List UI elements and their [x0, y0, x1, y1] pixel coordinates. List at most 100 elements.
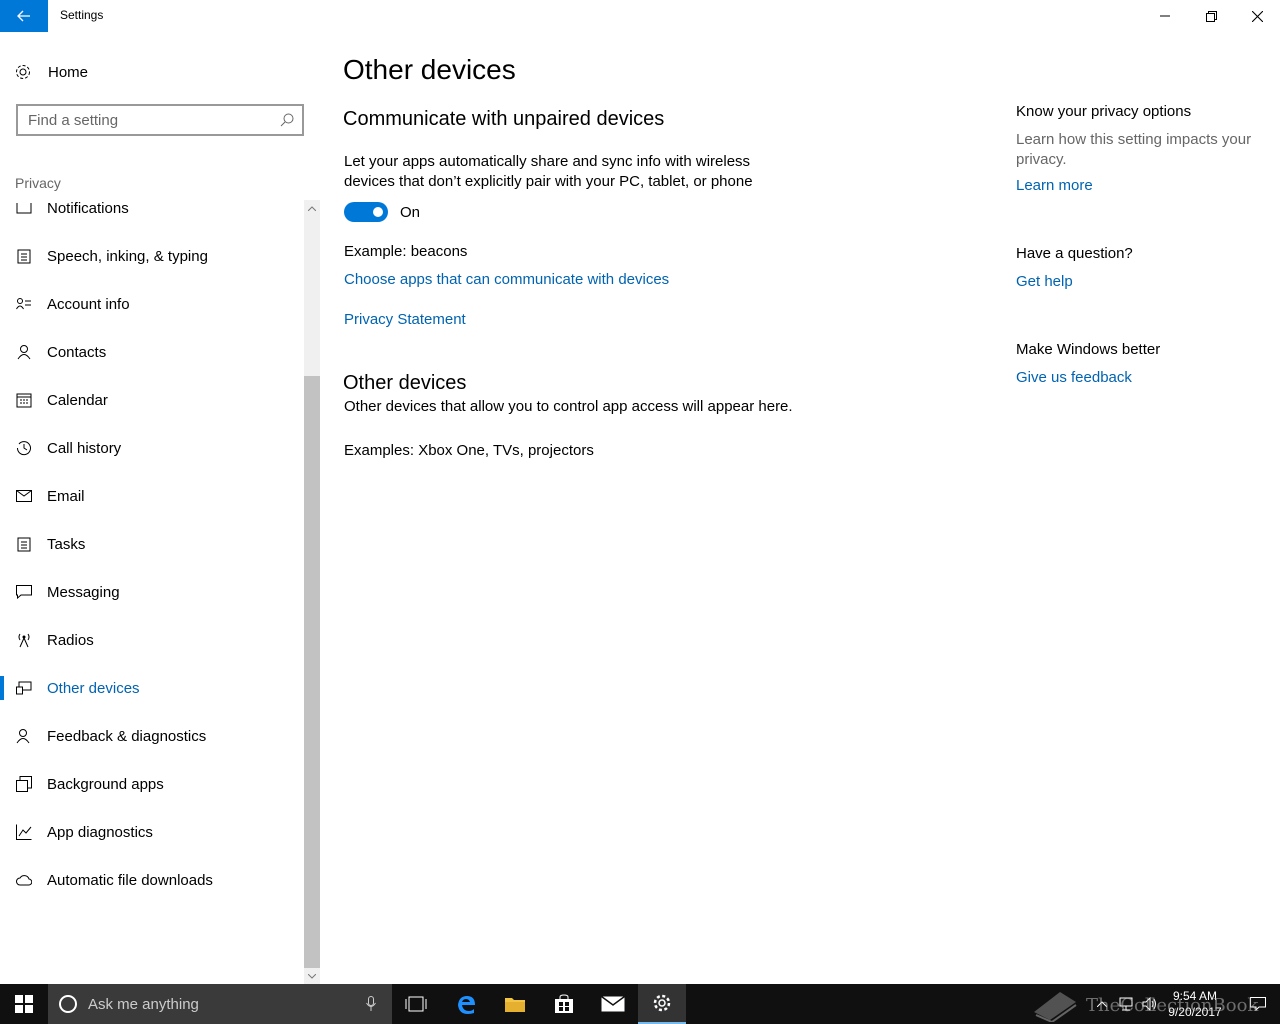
task-view-icon	[405, 996, 427, 1012]
minimize-icon	[1160, 15, 1170, 17]
close-button[interactable]	[1234, 0, 1280, 32]
nav-item-background-apps[interactable]: Background apps	[0, 760, 304, 808]
nav-item-email[interactable]: Email	[0, 472, 304, 520]
privacy-options-heading: Know your privacy options	[1016, 103, 1192, 120]
clipboard-icon	[16, 248, 32, 264]
privacy-options-text: Learn how this setting impacts your priv…	[1016, 131, 1252, 168]
nav-item-messaging[interactable]: Messaging	[0, 568, 304, 616]
windows-better-heading: Make Windows better	[1016, 341, 1161, 358]
back-arrow-icon	[17, 10, 30, 22]
watermark-text: TheCollectionBook	[1086, 994, 1259, 1016]
calendar-icon	[16, 392, 32, 408]
gear-icon	[16, 65, 30, 79]
nav-item-notifications[interactable]: Notifications	[0, 198, 304, 232]
nav-item-contacts[interactable]: Contacts	[0, 328, 304, 376]
nav-item-feedback[interactable]: Feedback & diagnostics	[0, 712, 304, 760]
section-heading-other-devices: Other devices	[343, 372, 467, 394]
home-label: Home	[48, 63, 89, 81]
store-bag-icon	[555, 994, 573, 1013]
book-logo-icon	[1034, 992, 1077, 1022]
title-bar: Settings	[0, 0, 1280, 32]
search-input[interactable]: Find a setting	[28, 112, 272, 129]
contacts-icon	[16, 344, 32, 360]
get-help-link[interactable]: Get help	[1016, 273, 1073, 290]
cloud-icon	[16, 872, 32, 888]
toggle-state-label: On	[400, 203, 421, 221]
nav-item-other-devices[interactable]: Other devices	[0, 664, 304, 712]
find-setting-search[interactable]: Find a setting	[16, 104, 304, 136]
nav-item-call-history[interactable]: Call history	[0, 424, 304, 472]
nav-item-tasks[interactable]: Tasks	[0, 520, 304, 568]
nav-item-label: Other devices	[47, 679, 140, 697]
nav-item-label: Feedback & diagnostics	[47, 727, 207, 745]
store-button[interactable]	[540, 984, 588, 1024]
mail-icon	[601, 996, 625, 1012]
history-icon	[16, 440, 32, 456]
choose-apps-link[interactable]: Choose apps that can communicate with de…	[344, 271, 669, 288]
start-button[interactable]	[0, 984, 48, 1024]
file-explorer-button[interactable]	[491, 984, 539, 1024]
nav-item-automatic-downloads[interactable]: Automatic file downloads	[0, 856, 304, 904]
nav-item-app-diagnostics[interactable]: App diagnostics	[0, 808, 304, 856]
nav-item-label: Speech, inking, & typing	[47, 247, 208, 265]
devices-icon	[16, 680, 32, 696]
microphone-icon	[366, 996, 376, 1011]
nav-item-account-info[interactable]: Account info	[0, 280, 304, 328]
beacons-example: Example: beacons	[344, 243, 468, 260]
nav-item-label: Calendar	[47, 391, 108, 409]
unpaired-description: Let your apps automatically share and sy…	[344, 153, 753, 190]
nav-item-label: Call history	[47, 439, 122, 457]
unpaired-devices-toggle[interactable]	[344, 202, 388, 222]
app-title: Settings	[60, 8, 104, 22]
cortana-search-box[interactable]: Ask me anything	[48, 984, 392, 1024]
other-devices-description: Other devices that allow you to control …	[344, 398, 793, 415]
restore-icon	[1205, 10, 1217, 22]
close-icon	[1251, 10, 1263, 22]
question-heading: Have a question?	[1016, 245, 1133, 262]
unpaired-toggle-row: On	[344, 202, 420, 222]
edge-icon	[458, 996, 475, 1014]
nav-scrollbar[interactable]	[304, 200, 320, 984]
nav-item-label: Messaging	[47, 583, 120, 601]
email-icon	[16, 488, 32, 504]
watermark: TheCollectionBook	[1030, 988, 1258, 1022]
minimize-button[interactable]	[1142, 0, 1188, 32]
privacy-statement-link[interactable]: Privacy Statement	[344, 311, 466, 328]
mail-button[interactable]	[589, 984, 637, 1024]
account-info-icon	[16, 296, 32, 312]
give-feedback-link[interactable]: Give us feedback	[1016, 369, 1132, 386]
nav-item-label: Email	[47, 487, 85, 505]
nav-item-radios[interactable]: Radios	[0, 616, 304, 664]
nav-item-label: Account info	[47, 295, 130, 313]
home-nav-item[interactable]: Home	[14, 60, 88, 84]
scroll-thumb[interactable]	[304, 376, 320, 968]
other-devices-example: Examples: Xbox One, TVs, projectors	[344, 442, 594, 459]
nav-item-label: Notifications	[47, 199, 129, 217]
learn-more-link[interactable]: Learn more	[1016, 177, 1093, 194]
search-icon[interactable]	[272, 113, 302, 127]
nav-item-speech[interactable]: Speech, inking, & typing	[0, 232, 304, 280]
scroll-up-arrow-icon[interactable]	[304, 200, 320, 216]
nav-item-label: App diagnostics	[47, 823, 153, 841]
folder-icon	[505, 998, 525, 1012]
navigation-pane: Home Find a setting Privacy Notification…	[0, 32, 320, 984]
nav-item-label: Automatic file downloads	[47, 871, 213, 889]
scroll-down-arrow-icon[interactable]	[304, 968, 320, 984]
radio-tower-icon	[16, 632, 32, 648]
messaging-icon	[16, 584, 32, 600]
chart-icon	[16, 824, 32, 840]
back-button[interactable]	[0, 0, 48, 32]
notifications-icon	[16, 200, 32, 216]
cortana-circle-icon	[59, 995, 77, 1013]
settings-taskbar-button[interactable]	[638, 984, 686, 1024]
background-apps-icon	[16, 776, 32, 792]
restore-button[interactable]	[1188, 0, 1234, 32]
cortana-search-input[interactable]: Ask me anything	[88, 996, 366, 1013]
edge-browser-button[interactable]	[442, 984, 490, 1024]
section-heading-unpaired: Communicate with unpaired devices	[343, 108, 665, 130]
privacy-nav-list[interactable]: Notifications Speech, inking, & typing A…	[0, 198, 304, 984]
nav-item-label: Contacts	[47, 343, 107, 361]
task-view-button[interactable]	[392, 984, 440, 1024]
feedback-icon	[16, 728, 32, 744]
nav-item-calendar[interactable]: Calendar	[0, 376, 304, 424]
